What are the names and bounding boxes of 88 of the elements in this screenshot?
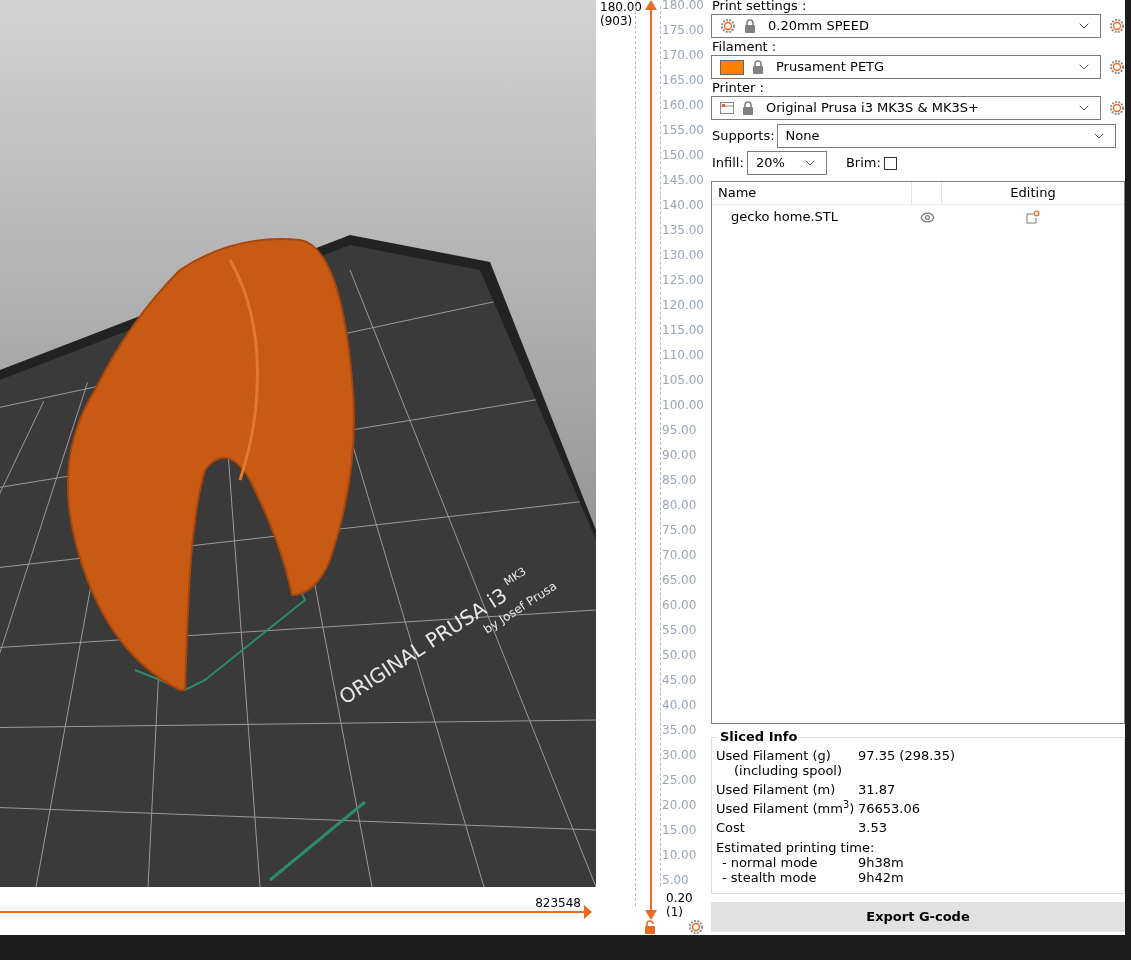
scale-label: 45.00 xyxy=(662,672,698,689)
scale-label: 115.00 xyxy=(662,322,704,339)
settings-icon[interactable] xyxy=(688,919,704,935)
settings-icon[interactable] xyxy=(1109,100,1125,116)
settings-icon[interactable] xyxy=(1109,59,1125,75)
slider-bottom-value: 0.20 xyxy=(666,891,693,905)
scale-label: 90.00 xyxy=(662,447,698,464)
scale-label: 65.00 xyxy=(662,572,698,589)
info-label: - stealth mode xyxy=(721,870,818,885)
preset-value: Original Prusa i3 MK3S & MK3S+ xyxy=(766,99,979,118)
scale-label: 25.00 xyxy=(662,772,698,789)
scale-label: 145.00 xyxy=(662,172,704,189)
info-value: 9h38m xyxy=(858,855,904,870)
slider-value: 823548 xyxy=(535,895,581,912)
slider-bottom-layer: (1) xyxy=(666,905,684,919)
scale-label: 75.00 xyxy=(662,522,698,539)
scale-label: 30.00 xyxy=(662,747,698,764)
scale-label: 100.00 xyxy=(662,397,704,414)
scale-label: 135.00 xyxy=(662,222,704,239)
info-value: 97.35 (298.35) xyxy=(858,748,955,765)
scale-label: 165.00 xyxy=(662,72,704,89)
info-sublabel: (including spool) xyxy=(733,763,844,778)
scale-label: 85.00 xyxy=(662,472,698,489)
eye-icon[interactable] xyxy=(919,209,935,225)
lock-icon xyxy=(752,60,764,74)
scale-label: 40.00 xyxy=(662,697,698,714)
supports-dropdown[interactable]: None xyxy=(776,124,1116,148)
edit-settings-icon[interactable] xyxy=(1026,210,1040,224)
scale-label: 120.00 xyxy=(662,297,704,314)
slider-top-value: 180.00 xyxy=(600,0,642,14)
printer-icon xyxy=(720,102,734,114)
preset-dropdown[interactable]: Original Prusa i3 MK3S & MK3S+ xyxy=(711,96,1101,120)
scale-label: 80.00 xyxy=(662,497,698,514)
bed-label: MK3 xyxy=(501,564,529,589)
scale-label: 50.00 xyxy=(662,647,698,664)
scale-label: 55.00 xyxy=(662,622,698,639)
info-label: Used Filament (mm$^{3}$) xyxy=(716,801,856,816)
scale-label: 125.00 xyxy=(662,272,704,289)
info-value: 76653.06 xyxy=(858,801,921,816)
scale-label: 70.00 xyxy=(662,547,698,564)
brim-checkbox[interactable] xyxy=(883,156,897,170)
scale-label: 95.00 xyxy=(662,422,698,439)
info-label: - normal mode xyxy=(721,855,819,870)
scale-label: 155.00 xyxy=(662,122,704,139)
scale-label: 110.00 xyxy=(662,347,704,364)
info-label: Estimated printing time: xyxy=(716,840,876,855)
scale-label: 35.00 xyxy=(662,722,698,739)
scale-label: 60.00 xyxy=(662,597,698,614)
slider-top-layer: (903) xyxy=(600,14,634,28)
column-header[interactable]: Name xyxy=(712,182,912,204)
unlock-icon[interactable] xyxy=(644,920,656,934)
preset-label: Filament : xyxy=(711,39,778,55)
object-name[interactable]: gecko home.STL xyxy=(712,207,912,227)
scale-label: 130.00 xyxy=(662,247,704,264)
preset-dropdown[interactable]: Prusament PETG xyxy=(711,55,1101,79)
infill-dropdown[interactable]: 20% xyxy=(746,151,827,175)
brim-label: Brim: xyxy=(845,154,881,173)
lock-icon xyxy=(742,101,754,115)
scale-label: 105.00 xyxy=(662,372,704,389)
scale-label: 140.00 xyxy=(662,197,704,214)
scale-label: 10.00 xyxy=(662,847,698,864)
scale-label: 160.00 xyxy=(662,97,704,114)
settings-icon[interactable] xyxy=(1109,18,1125,34)
info-label: Cost xyxy=(716,820,746,835)
preset-value: 0.20mm SPEED xyxy=(768,17,869,36)
column-header[interactable]: Editing xyxy=(942,182,1124,204)
group-title: Sliced Info xyxy=(718,730,800,744)
scale-label: 180.00 xyxy=(662,0,704,14)
preset-dropdown[interactable]: 0.20mm SPEED xyxy=(711,14,1101,38)
scale-label: 150.00 xyxy=(662,147,704,164)
info-value: 31.87 xyxy=(858,782,896,797)
scale-label: 170.00 xyxy=(662,47,704,64)
preset-label: Print settings : xyxy=(711,0,808,14)
lock-icon xyxy=(744,19,756,33)
preset-value: Prusament PETG xyxy=(776,58,885,77)
scale-label: 20.00 xyxy=(662,797,698,814)
scale-label: 5.00 xyxy=(662,872,690,889)
info-value: 9h42m xyxy=(858,870,904,885)
infill-label: Infill: xyxy=(712,154,744,173)
info-label: Used Filament (g) xyxy=(716,748,832,763)
scale-label: 15.00 xyxy=(662,822,698,839)
settings-icon[interactable] xyxy=(720,18,736,34)
preset-label: Printer : xyxy=(711,80,765,96)
supports-label: Supports: xyxy=(712,127,775,146)
info-label: Used Filament (m) xyxy=(716,782,837,797)
info-value: 3.53 xyxy=(858,820,887,835)
scale-label: 175.00 xyxy=(662,22,704,39)
export-gcode-button[interactable]: Export G-code xyxy=(711,902,1125,932)
